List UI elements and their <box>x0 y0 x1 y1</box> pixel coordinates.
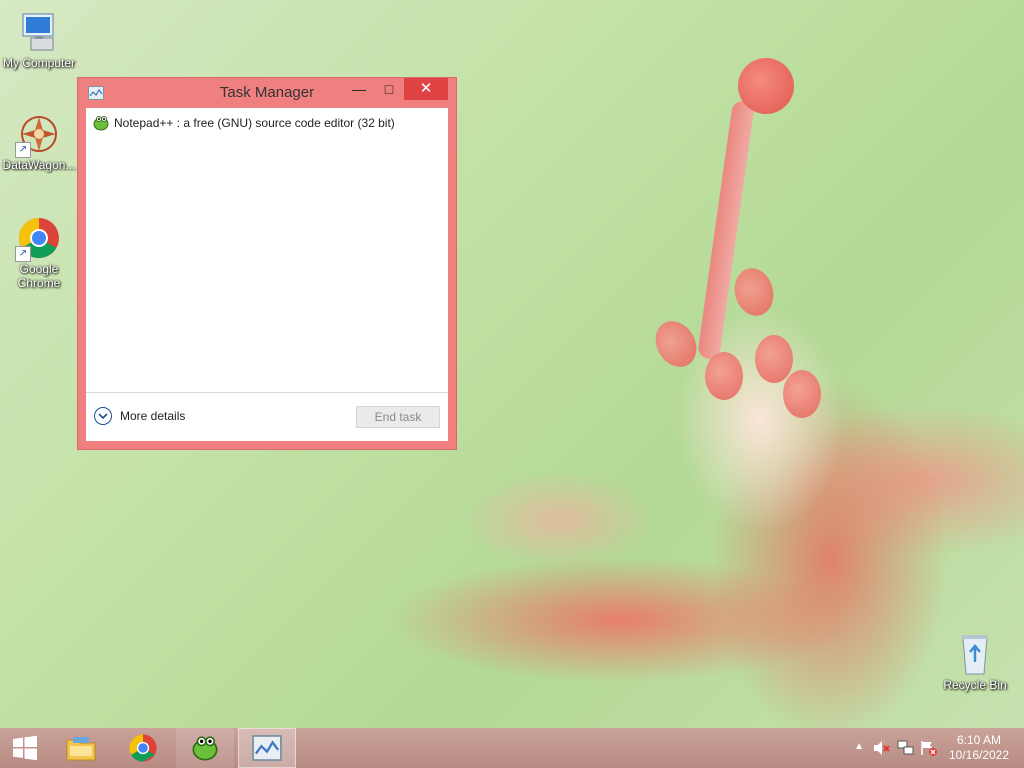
minimize-button[interactable]: — <box>344 78 374 100</box>
wallpaper-flower-anther <box>783 370 821 418</box>
notepadpp-icon <box>192 736 218 761</box>
notepadpp-icon <box>92 115 110 131</box>
computer-icon <box>17 10 61 54</box>
task-manager-icon <box>252 735 282 761</box>
process-row[interactable]: Notepad++ : a free (GNU) source code edi… <box>92 114 395 132</box>
desktop-icon-label: DataWagon... <box>2 158 76 172</box>
chrome-icon: ↗ <box>15 216 61 262</box>
wallpaper-flower-anther <box>729 263 779 321</box>
close-button[interactable]: ✕ <box>404 78 448 100</box>
more-details-toggle[interactable]: More details <box>94 407 185 425</box>
datawagon-icon: ↗ <box>15 112 61 158</box>
shortcut-arrow-icon: ↗ <box>15 246 31 262</box>
taskbar: ▲ 6:10 AM 10/16/2022 <box>0 728 1024 768</box>
end-task-button[interactable]: End task <box>356 406 440 428</box>
more-details-label: More details <box>120 409 186 423</box>
taskbar-chrome[interactable] <box>114 728 172 768</box>
desktop-icon-label-line2: Chrome <box>17 276 61 290</box>
desktop-icon-label-line1: Google <box>19 262 59 276</box>
maximize-button[interactable]: □ <box>374 78 404 100</box>
task-manager-window[interactable]: Task Manager — □ ✕ Notepad++ : a free (G… <box>78 78 456 449</box>
process-name: Notepad++ : a free (GNU) source code edi… <box>114 116 395 130</box>
taskbar-file-explorer[interactable] <box>52 728 110 768</box>
taskbar-notepadpp[interactable] <box>176 728 234 768</box>
wallpaper-flower-anther <box>647 313 705 375</box>
clock-time: 6:10 AM <box>956 733 1002 747</box>
chevron-up-icon[interactable]: ▲ <box>854 741 864 752</box>
window-footer: More details End task <box>86 392 448 441</box>
desktop-icon-datawagon[interactable]: ↗ DataWagon... <box>0 112 78 172</box>
flag-alert-icon[interactable] <box>920 740 938 756</box>
speaker-muted-icon[interactable] <box>873 740 891 756</box>
taskbar-task-manager[interactable] <box>238 728 296 768</box>
clock-date: 10/16/2022 <box>948 748 1010 762</box>
wallpaper-flower-stigma <box>738 58 794 114</box>
wallpaper-flower-stem <box>697 99 755 361</box>
wallpaper-flower-anther <box>755 335 793 383</box>
desktop-icon-google-chrome[interactable]: ↗ Google Chrome <box>0 216 78 290</box>
clock[interactable]: 6:10 AM 10/16/2022 <box>944 733 1014 763</box>
desktop-icon-label: My Computer <box>2 56 76 70</box>
shortcut-arrow-icon: ↗ <box>15 142 31 158</box>
recycle-bin-icon <box>953 632 997 676</box>
start-button[interactable] <box>0 728 50 768</box>
chevron-down-icon <box>94 407 112 425</box>
wallpaper-flower-anther <box>705 352 743 400</box>
network-icon[interactable] <box>897 740 915 756</box>
desktop-icon-my-computer[interactable]: My Computer <box>0 10 78 70</box>
desktop-icon-recycle-bin[interactable]: Recycle Bin <box>936 632 1014 692</box>
windows-logo-icon <box>13 735 37 761</box>
chrome-icon <box>129 734 157 762</box>
title-bar[interactable]: Task Manager — □ ✕ <box>78 78 456 108</box>
task-list: Notepad++ : a free (GNU) source code edi… <box>86 108 448 441</box>
folder-icon <box>66 737 96 761</box>
desktop-icon-label: Recycle Bin <box>943 678 1007 692</box>
